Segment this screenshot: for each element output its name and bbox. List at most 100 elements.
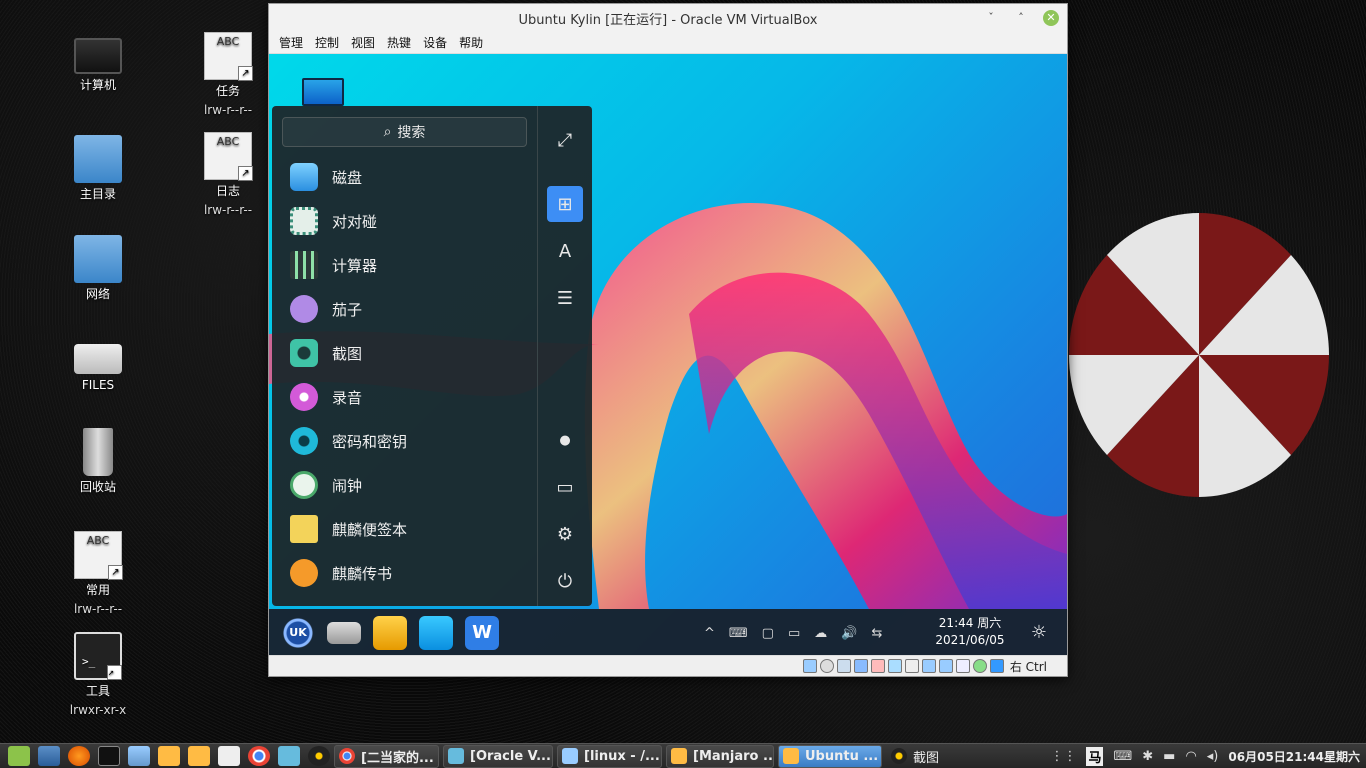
taskbar-window-chrome[interactable]: [二当家的... <box>334 744 439 768</box>
display-status-icon[interactable] <box>904 659 919 673</box>
app-item-match-game[interactable]: 对对碰 <box>282 199 527 243</box>
computer-icon[interactable]: ▭ <box>547 469 583 505</box>
all-apps-icon[interactable]: ⊞ <box>547 186 583 222</box>
cloud-icon[interactable]: ☁ <box>814 626 827 641</box>
app-item-calculator[interactable]: 计算器 <box>282 243 527 287</box>
network-status-icon[interactable] <box>853 659 868 673</box>
input-method-icon[interactable]: 马 <box>1086 746 1104 766</box>
desktop-icon-tools[interactable]: >_ ↗ 工具 lrwxr-xr-x <box>58 632 138 720</box>
menu-view[interactable]: 视图 <box>345 34 381 51</box>
cpu-status-icon[interactable] <box>955 659 970 673</box>
tray-expand-icon[interactable]: ^ <box>704 626 715 641</box>
menu-control[interactable]: 控制 <box>309 34 345 51</box>
close-button[interactable]: ✕ <box>1043 10 1059 26</box>
desktop-icon-computer[interactable]: 计算机 <box>58 32 138 95</box>
optical-status-icon[interactable] <box>819 659 834 673</box>
window-titlebar[interactable]: Ubuntu Kylin [正在运行] - Oracle VM VirtualB… <box>269 4 1067 32</box>
app-item-notes[interactable]: 麒麟便签本 <box>282 507 527 551</box>
taskbar-window-ubuntu[interactable]: Ubuntu ... <box>778 744 882 768</box>
vt-status-icon[interactable] <box>938 659 953 673</box>
letter-sort-icon[interactable]: A <box>547 233 583 269</box>
desktop-icon-tasks[interactable]: ABC ↗ 任务 lrw-r--r-- <box>188 32 268 120</box>
clock-time: 21:44 周六 <box>938 616 1002 630</box>
app-item-recorder[interactable]: 录音 <box>282 375 527 419</box>
app-item-disks[interactable]: 磁盘 <box>282 155 527 199</box>
recording-status-icon[interactable] <box>921 659 936 673</box>
desktop-icon-network[interactable]: 网络 <box>58 235 138 304</box>
app-item-cheese[interactable]: 茄子 <box>282 287 527 331</box>
app-item-screenshot[interactable]: 截图 <box>282 331 527 375</box>
file-manager-icon[interactable] <box>373 616 407 650</box>
app-item-messenger[interactable]: 麒麟传书 <box>282 551 527 595</box>
wifi-icon[interactable]: ◠ <box>1185 749 1196 764</box>
bluetooth-icon[interactable]: ✱ <box>1142 749 1153 764</box>
settings-icon[interactable]: ⚙ <box>547 516 583 552</box>
expand-icon[interactable]: ⤢ <box>547 122 583 158</box>
virtualbox-launcher-icon[interactable] <box>158 746 180 766</box>
taskbar-window-label: [Oracle V... <box>470 748 551 764</box>
menu-help[interactable]: 帮助 <box>453 34 489 51</box>
keyboard-icon[interactable]: ⌨ <box>729 626 748 641</box>
shortcut-arrow-icon: ↗ <box>108 565 123 580</box>
app-item-passwords[interactable]: 密码和密钥 <box>282 419 527 463</box>
start-button[interactable]: UK <box>281 616 315 650</box>
user-icon[interactable]: ● <box>547 422 583 458</box>
taskbar-window-screenshot[interactable]: 截图 <box>886 745 994 768</box>
virtualbox-launcher-icon-2[interactable] <box>188 746 210 766</box>
chrome-icon[interactable] <box>248 746 270 766</box>
guest-taskbar: UK W ^ ⌨ ▢ ▭ ☁ 🔊 ⇆ 21:44 周六 2021/06/05 ☼ <box>269 609 1067 657</box>
battery-icon[interactable]: ▭ <box>788 626 800 641</box>
shared-folder-status-icon[interactable] <box>887 659 902 673</box>
mouse-status-icon[interactable] <box>972 659 987 673</box>
software-store-icon[interactable] <box>419 616 453 650</box>
battery-icon[interactable]: ▬ <box>1163 749 1175 764</box>
doc-icon-text: ABC <box>216 135 240 148</box>
search-input[interactable]: ⌕ 搜索 <box>282 117 527 147</box>
usb-status-icon[interactable] <box>870 659 885 673</box>
desktop-icon-home[interactable]: 主目录 <box>58 135 138 204</box>
menu-manage[interactable]: 管理 <box>273 34 309 51</box>
desktop-icon-trash[interactable]: 回收站 <box>58 428 138 497</box>
app-item-alarm[interactable]: 闹钟 <box>282 463 527 507</box>
guest-clock[interactable]: 21:44 周六 2021/06/05 <box>929 615 1011 649</box>
taskbar-window-oracle[interactable]: [Oracle V... <box>443 744 553 768</box>
desktop-icon-changyong[interactable]: ABC ↗ 常用 lrw-r--r-- <box>58 531 138 619</box>
wps-icon[interactable]: W <box>465 616 499 650</box>
guest-computer-icon[interactable] <box>302 78 344 106</box>
keyboard-capture-icon[interactable] <box>989 659 1004 673</box>
grid-icon[interactable]: ⋮⋮ <box>1050 749 1076 764</box>
desktop-icon-log[interactable]: ABC ↗ 日志 lrw-r--r-- <box>188 132 268 220</box>
volume-icon[interactable]: ◂) <box>1207 749 1219 764</box>
hdd-status-icon[interactable] <box>802 659 817 673</box>
host-key-label: 右 Ctrl <box>1009 659 1047 674</box>
files-launcher-icon[interactable] <box>128 746 150 766</box>
network-icon[interactable]: ⇆ <box>871 626 882 641</box>
guest-screen[interactable]: ⌕ 搜索 磁盘 对对碰 计算器 茄子 截图 录音 密码和密钥 闹钟 麒麟便签本 … <box>269 54 1067 657</box>
keyboard-icon[interactable]: ⌨ <box>1113 749 1132 764</box>
drive-icon <box>74 344 122 374</box>
disk-icon <box>290 163 318 191</box>
taskbar-window-linux[interactable]: [linux - /... <box>557 744 662 768</box>
show-desktop-icon[interactable] <box>38 746 60 766</box>
system-monitor-icon[interactable] <box>278 746 300 766</box>
desktop-icon-files[interactable]: FILES <box>58 332 138 395</box>
restore-button[interactable]: ˄ <box>1013 10 1029 26</box>
mint-menu-icon[interactable] <box>8 746 30 766</box>
volume-icon[interactable]: 🔊 <box>841 626 857 641</box>
menu-hotkey[interactable]: 热键 <box>381 34 417 51</box>
power-icon[interactable]: ⏻ <box>547 563 583 599</box>
firefox-icon[interactable] <box>68 746 90 766</box>
menu-devices[interactable]: 设备 <box>417 34 453 51</box>
minimize-button[interactable]: ˇ <box>983 10 999 26</box>
screenshot-launcher-icon[interactable] <box>308 746 330 766</box>
notification-icon[interactable]: ▢ <box>762 626 774 641</box>
multitask-view-icon[interactable] <box>327 622 361 644</box>
document-icon: ABC ↗ <box>204 132 253 181</box>
audio-status-icon[interactable] <box>836 659 851 673</box>
terminal-launcher-icon[interactable] <box>98 746 120 766</box>
theme-toggle-icon[interactable]: ☼ <box>1027 621 1051 645</box>
taskbar-window-manjaro[interactable]: [Manjaro ... <box>666 744 774 768</box>
host-clock[interactable]: 06月05日21:44星期六 <box>1228 748 1360 765</box>
java-icon[interactable] <box>218 746 240 766</box>
category-icon[interactable]: ☰ <box>547 280 583 316</box>
